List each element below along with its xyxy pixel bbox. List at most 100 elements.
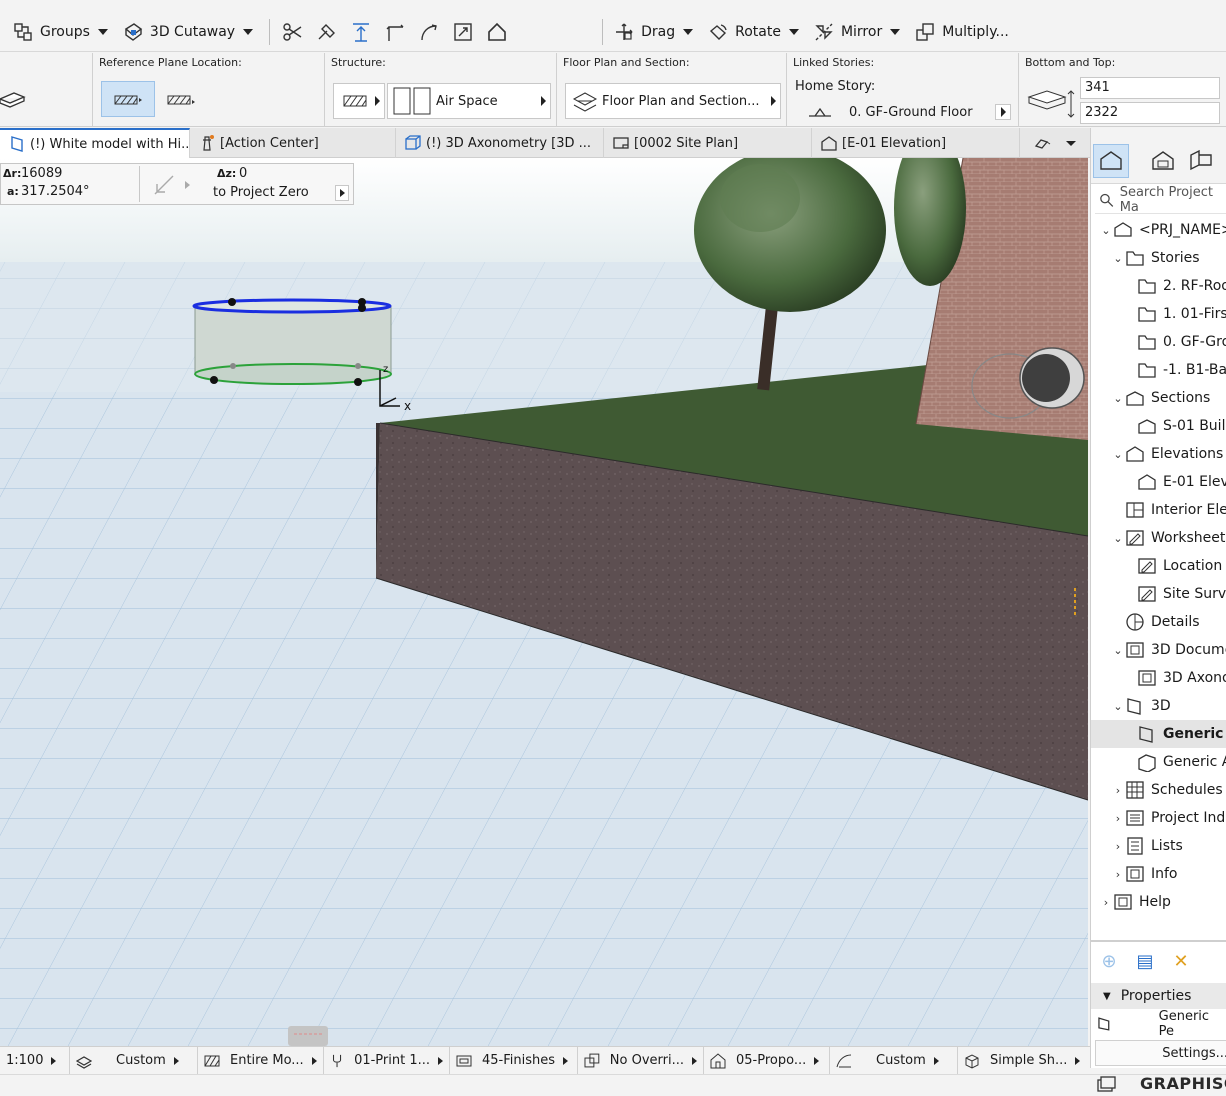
collapsed-chevron-icon[interactable]: › — [1111, 784, 1125, 797]
tree-item-3d[interactable]: ⌄ 3D — [1111, 692, 1226, 720]
collapsed-chevron-icon[interactable]: › — [1111, 840, 1125, 853]
top-elevation-input[interactable]: 2322 — [1080, 102, 1220, 124]
tree-item-story-basement[interactable]: -1. B1-Base — [1137, 356, 1226, 384]
tab-action-center[interactable]: [Action Center] — [190, 128, 396, 158]
drag-chevron-down-icon[interactable] — [683, 28, 694, 35]
bottom-elevation-input[interactable]: 341 — [1080, 77, 1220, 99]
tab-elevation[interactable]: [E-01 Elevation] — [812, 128, 1020, 158]
tree-item-sections[interactable]: ⌄ Sections — [1111, 384, 1226, 412]
roof-tool-button[interactable] — [480, 17, 514, 47]
relative-origin-button[interactable] — [151, 170, 199, 200]
resize-tool-button[interactable] — [446, 17, 480, 47]
tree-item-project-indexes[interactable]: › Project Index — [1111, 804, 1226, 832]
tree-item-help[interactable]: › Help — [1099, 888, 1226, 916]
viewport-scroll-handle[interactable] — [288, 1026, 328, 1046]
tree-item-generic-axonometry[interactable]: Generic A — [1137, 748, 1226, 776]
properties-collapse-icon[interactable]: ▼ — [1103, 991, 1111, 1002]
tree-item-info[interactable]: › Info — [1111, 860, 1226, 888]
intersect-tool-button[interactable] — [378, 17, 412, 47]
structure-material-dropdown[interactable]: Air Space — [387, 83, 551, 119]
dimension-selector[interactable]: Custom — [830, 1046, 958, 1075]
tree-item-section-s01[interactable]: S-01 Build — [1137, 412, 1226, 440]
properties-header[interactable]: ▼ Properties — [1091, 983, 1226, 1009]
tree-item-generic-perspective[interactable]: Generic P — [1091, 720, 1226, 748]
expanded-chevron-icon[interactable]: ⌄ — [1111, 700, 1125, 713]
scale-selector[interactable]: 1:100 — [0, 1046, 70, 1075]
angle-value[interactable]: 317.2504° — [21, 184, 90, 199]
collapsed-chevron-icon[interactable]: › — [1099, 896, 1113, 909]
groups-button[interactable]: Groups — [8, 17, 118, 47]
model-view-selector[interactable]: 45-Finishes — [450, 1046, 578, 1075]
dr-value[interactable]: 16089 — [21, 166, 62, 181]
layer-combination-selector[interactable]: Custom — [70, 1046, 198, 1075]
structure-display-selector[interactable]: Entire Mo... — [198, 1046, 324, 1075]
expanded-chevron-icon[interactable]: ⌄ — [1111, 532, 1125, 545]
3d-scene[interactable]: z x — [0, 158, 1088, 1046]
tree-item-site-survey[interactable]: Site Survey — [1137, 580, 1226, 608]
expanded-chevron-icon[interactable]: ⌄ — [1111, 392, 1125, 405]
add-view-icon[interactable]: ⊕ — [1091, 951, 1127, 972]
elevate-tool-button[interactable] — [344, 17, 378, 47]
structure-type-button[interactable] — [333, 83, 385, 119]
fillet-tool-button[interactable] — [412, 17, 446, 47]
tab-list-button[interactable] — [1020, 128, 1090, 158]
tree-item-story-ground[interactable]: 0. GF-Ground — [1137, 328, 1226, 356]
tab-white-model[interactable]: (!) White model with Hi... ✖ — [0, 128, 190, 158]
selected-cylinder[interactable] — [192, 298, 392, 386]
view-settings-icon[interactable]: ▤ — [1127, 951, 1163, 972]
collapsed-chevron-icon[interactable]: › — [1111, 868, 1125, 881]
mirror-button[interactable]: Mirror — [809, 17, 910, 47]
home-story-arrow-button[interactable] — [995, 104, 1011, 120]
tree-item-details[interactable]: Details — [1125, 608, 1226, 636]
mirror-chevron-down-icon[interactable] — [890, 28, 901, 35]
tab-site-plan[interactable]: [0002 Site Plan] — [604, 128, 812, 158]
tree-item-stories[interactable]: ⌄ Stories — [1111, 244, 1226, 272]
3d-viewport[interactable]: z x — [0, 158, 1088, 1046]
cutaway-button[interactable]: 3D Cutaway — [118, 17, 263, 47]
tree-item-3d-axonometry[interactable]: 3D Axono — [1137, 664, 1226, 692]
delete-icon[interactable]: ✕ — [1163, 951, 1199, 972]
multiply-button[interactable]: Multiply... — [910, 17, 1013, 47]
project-map-button[interactable] — [1093, 144, 1129, 178]
groups-chevron-down-icon[interactable] — [97, 28, 108, 35]
renovation-filter-selector[interactable]: 05-Propo... — [704, 1046, 830, 1075]
3d-style-selector[interactable]: Simple Sh... — [958, 1047, 1090, 1075]
home-story-dropdown[interactable]: 0. GF-Ground Floor — [795, 101, 1017, 123]
ref-plane-bottom-button[interactable] — [161, 81, 201, 117]
ref-plane-top-button[interactable] — [101, 81, 155, 117]
pen-set-selector[interactable]: 01-Print 1... — [324, 1046, 450, 1075]
tree-item-schedules[interactable]: › Schedules — [1111, 776, 1226, 804]
trim-tool-button[interactable] — [276, 17, 310, 47]
tree-item-lists[interactable]: › Lists — [1111, 832, 1226, 860]
navigator-search-input[interactable]: Search Project Ma — [1095, 185, 1226, 215]
drag-button[interactable]: Drag — [609, 17, 703, 47]
tree-item-3d-documents[interactable]: ⌄ 3D Docume — [1111, 636, 1226, 664]
cutaway-chevron-down-icon[interactable] — [243, 28, 254, 35]
reference-dropdown-button[interactable] — [335, 185, 349, 201]
tree-item-story-roof[interactable]: 2. RF-Roof — [1137, 272, 1226, 300]
tree-item-elevations[interactable]: ⌄ Elevations — [1111, 440, 1226, 468]
expanded-chevron-icon[interactable]: ⌄ — [1111, 448, 1125, 461]
settings-button[interactable]: Settings... — [1095, 1040, 1226, 1066]
expanded-chevron-icon[interactable]: ⌄ — [1099, 224, 1113, 237]
rotate-chevron-down-icon[interactable] — [788, 28, 799, 35]
adjust-tool-button[interactable] — [310, 17, 344, 47]
collapsed-chevron-icon[interactable]: › — [1111, 812, 1125, 825]
slab-tool-icon[interactable] — [0, 83, 30, 119]
tree-item-location[interactable]: Location — [1137, 552, 1226, 580]
tree-item-interior-elevations[interactable]: Interior Eleva — [1125, 496, 1226, 524]
expanded-chevron-icon[interactable]: ⌄ — [1111, 252, 1125, 265]
view-map-button[interactable] — [1145, 144, 1181, 178]
graphic-override-selector[interactable]: No Overri... — [578, 1046, 704, 1075]
expanded-chevron-icon[interactable]: ⌄ — [1111, 644, 1125, 657]
rotate-button[interactable]: Rotate — [703, 17, 809, 47]
tab-3d-axonometry[interactable]: (!) 3D Axonometry [3D ... — [396, 128, 604, 158]
tree-item-story-first[interactable]: 1. 01-First — [1137, 300, 1226, 328]
tree-item-worksheets[interactable]: ⌄ Worksheets — [1111, 524, 1226, 552]
tree-item-project[interactable]: ⌄ <PRJ_NAME> — [1099, 216, 1226, 244]
floor-plan-settings-button[interactable]: Floor Plan and Section... — [565, 83, 781, 119]
windows-icon[interactable] — [1096, 1076, 1116, 1094]
dz-value[interactable]: 0 — [239, 166, 247, 181]
tree-item-elevation-e01[interactable]: E-01 Eleva — [1137, 468, 1226, 496]
layout-book-button[interactable] — [1183, 144, 1219, 178]
